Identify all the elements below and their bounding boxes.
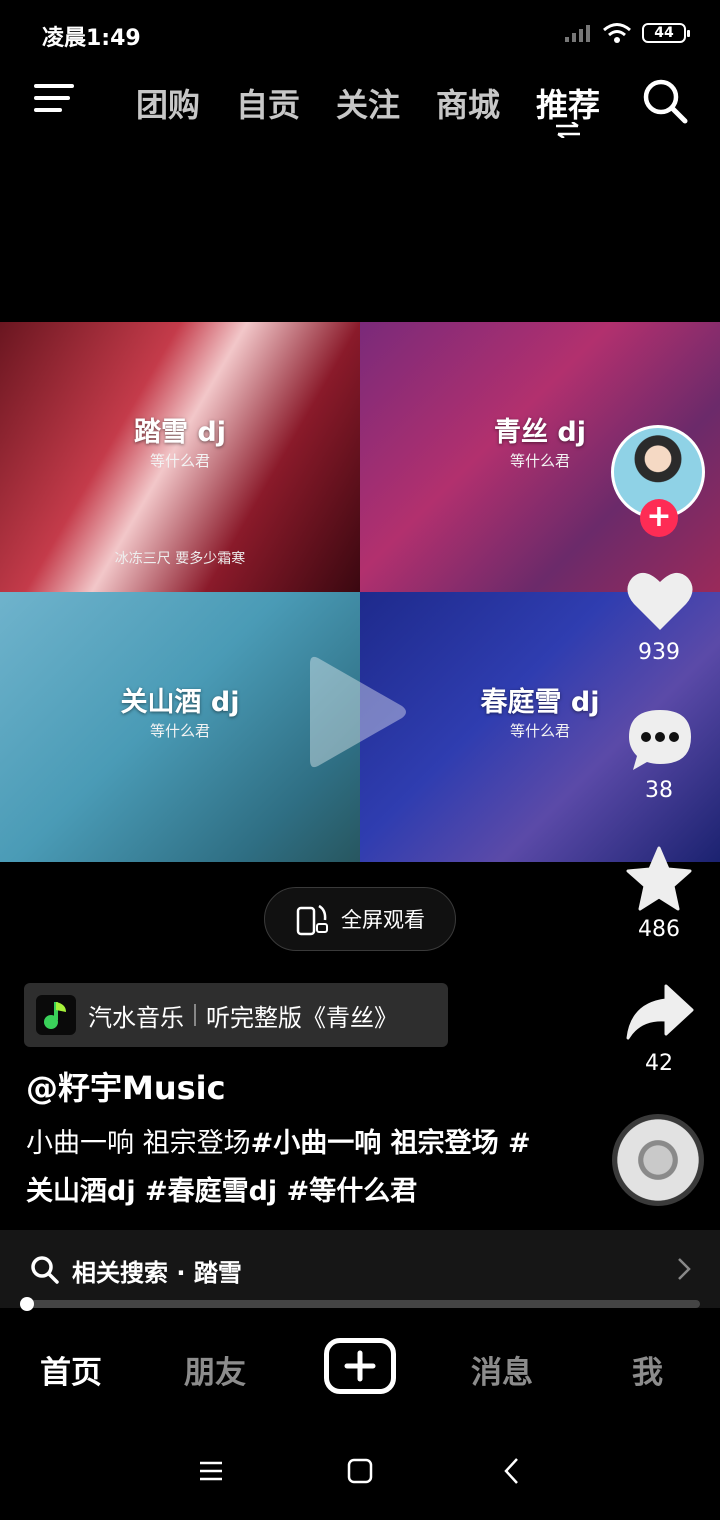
music-app-name: 汽水音乐 (88, 1003, 184, 1032)
tile-artist: 等什么君 (149, 452, 210, 470)
tab-group-buy[interactable]: 团购 (136, 80, 200, 126)
nav-friends[interactable]: 朋友 (184, 1347, 246, 1392)
menu-icon[interactable] (34, 84, 78, 118)
nav-messages[interactable]: 消息 (471, 1347, 533, 1392)
search-icon (31, 1256, 59, 1284)
divider (194, 1004, 196, 1026)
status-icons: 44 (564, 22, 690, 44)
tab-mall[interactable]: 商城 (436, 80, 500, 126)
video-caption: 小曲一响 祖宗登场#小曲一响 祖宗登场 #关山酒dj #春庭雪dj #等什么君 (26, 1120, 546, 1216)
cellular-signal-icon (565, 25, 590, 42)
fullscreen-button[interactable]: 全屏观看 (264, 887, 456, 951)
tab-following[interactable]: 关注 (336, 80, 400, 126)
heart-icon[interactable] (626, 570, 694, 632)
nav-home[interactable]: 首页 (40, 1347, 102, 1392)
qishui-music-logo-icon (36, 995, 76, 1035)
video-progress-bar[interactable] (24, 1300, 700, 1308)
home-icon[interactable] (346, 1456, 376, 1486)
tab-recommended[interactable]: 推荐 (536, 80, 600, 126)
status-time: 凌晨1:49 (42, 26, 141, 51)
favorite-count: 486 (638, 917, 680, 942)
add-button[interactable] (324, 1338, 396, 1394)
battery-indicator: 44 (642, 23, 690, 43)
music-action-text: 听完整版《青丝》 (206, 1003, 398, 1032)
follow-button[interactable]: + (640, 499, 678, 537)
comment-count: 38 (645, 778, 673, 803)
progress-handle[interactable] (20, 1297, 34, 1311)
plus-icon (344, 1350, 376, 1382)
switch-arrows-icon[interactable] (554, 122, 582, 138)
search-icon[interactable] (642, 78, 688, 124)
music-banner[interactable]: 汽水音乐 听完整版《青丝》 (24, 983, 448, 1047)
video-player[interactable]: 踏雪 dj 等什么君 冰冻三尺 要多少霜寒 青丝 dj 等什么君 关山酒 dj … (0, 322, 720, 862)
nav-me[interactable]: 我 (632, 1347, 663, 1392)
star-icon[interactable] (626, 846, 692, 912)
video-tile-taxue: 踏雪 dj 等什么君 冰冻三尺 要多少霜寒 (0, 322, 360, 592)
fullscreen-label: 全屏观看 (341, 908, 425, 932)
recent-apps-icon[interactable] (198, 1456, 224, 1486)
tab-zigong[interactable]: 自贡 (236, 80, 300, 126)
share-icon[interactable] (626, 984, 694, 1040)
like-count: 939 (638, 640, 680, 665)
author-name[interactable]: @籽宇Music (26, 1063, 226, 1109)
back-icon[interactable] (502, 1456, 522, 1486)
related-search-label: 相关搜索 · 踏雪 (72, 1259, 242, 1287)
chevron-right-icon (678, 1258, 691, 1280)
comment-icon[interactable] (627, 708, 693, 772)
tile-lyric: 冰冻三尺 要多少霜寒 (114, 551, 246, 567)
rotate-phone-icon (296, 904, 328, 936)
wifi-icon (603, 23, 631, 43)
share-count: 42 (645, 1051, 673, 1076)
play-icon[interactable] (306, 650, 412, 774)
tile-title: 踏雪 dj (134, 417, 226, 448)
music-disc[interactable] (612, 1114, 704, 1206)
caption-text: 小曲一响 祖宗登场 (26, 1128, 251, 1159)
